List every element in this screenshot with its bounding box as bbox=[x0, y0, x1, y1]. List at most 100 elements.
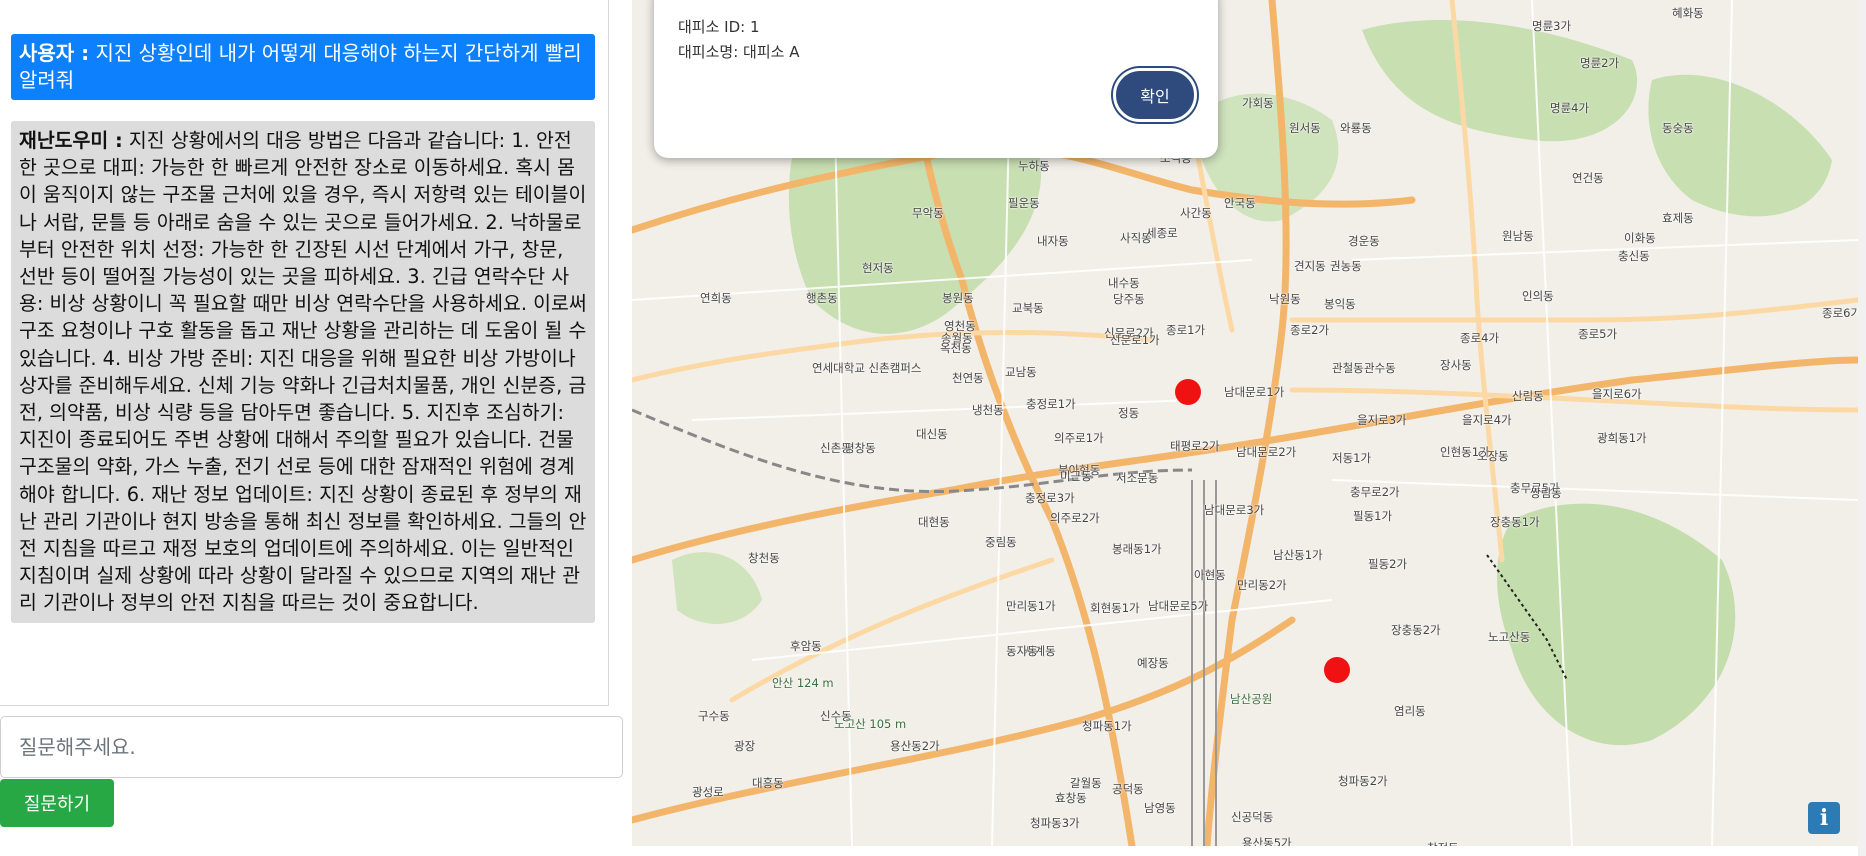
map-place-label: 연세대학교 신촌캠퍼스 bbox=[812, 361, 922, 375]
map-place-label: 무악동 bbox=[912, 206, 944, 220]
map-place-label: 쌍림동 bbox=[1530, 486, 1562, 500]
map-place-label: 아현동 bbox=[1194, 568, 1226, 582]
map-place-label: 장사동 bbox=[1440, 358, 1472, 372]
map-place-label: 원서동 bbox=[1289, 121, 1321, 135]
map-place-label: 낙원동 bbox=[1269, 292, 1301, 306]
map-place-label: 창천동 bbox=[748, 551, 780, 565]
map-place-label: 원남동 bbox=[1502, 229, 1534, 243]
map-place-label: 냉천동 bbox=[972, 403, 1004, 417]
map-place-label: 사간동 bbox=[1180, 206, 1212, 220]
map-place-label: 청파동1가 bbox=[1082, 719, 1132, 733]
map-place-label: 종로5가 bbox=[1578, 327, 1618, 341]
map-place-label: 남산동1가 bbox=[1273, 548, 1323, 562]
map-place-label: 교남동 bbox=[1005, 365, 1037, 379]
map-place-label: 충정로1가 bbox=[1026, 397, 1076, 411]
map-place-label: 후암동 bbox=[790, 639, 822, 653]
map-place-label: 충정로3가 bbox=[1025, 491, 1075, 505]
map-place-label: 봉익동 bbox=[1324, 297, 1356, 311]
map-place-label: 종로6가 bbox=[1822, 306, 1858, 320]
map-place-label: 노고산동 bbox=[1488, 630, 1531, 644]
map-place-label: 종로4가 bbox=[1460, 331, 1500, 345]
info-icon[interactable]: i bbox=[1808, 802, 1840, 834]
map-place-label: 가회동 bbox=[1242, 96, 1274, 110]
map-place-label: 동숭동 bbox=[1662, 121, 1694, 135]
map-place-label: 광장 bbox=[734, 739, 756, 753]
map-place-label: 평창동 bbox=[844, 441, 876, 455]
page-scrollbar[interactable] bbox=[1858, 0, 1866, 856]
ask-button[interactable]: 질문하기 bbox=[0, 779, 114, 827]
map-place-label: 저동1가 bbox=[1332, 451, 1372, 465]
map-place-label: 세종로 bbox=[1146, 226, 1178, 240]
map-place-label: 봉원동 bbox=[942, 291, 974, 305]
map-place-label: 정동 bbox=[1118, 406, 1140, 420]
map-place-label: 대현동 bbox=[918, 515, 950, 529]
map-place-label: 관수동 bbox=[1364, 361, 1396, 375]
map-place-label: 내자동 bbox=[1037, 234, 1069, 248]
map-place-label: 남대문로2가 bbox=[1236, 445, 1297, 459]
map-place-label: 용산동2가 bbox=[890, 739, 940, 753]
map-place-label: 충무로2가 bbox=[1350, 485, 1400, 499]
map-place-label: 명륜2가 bbox=[1580, 56, 1620, 70]
map-place-label: 내수동 bbox=[1108, 276, 1140, 290]
map-place-label: 인의동 bbox=[1522, 289, 1554, 303]
map-place-label: 권농동 bbox=[1330, 259, 1362, 273]
map-place-label: 대신동 bbox=[916, 427, 948, 441]
map-place-label: 광희동1가 bbox=[1597, 431, 1647, 445]
map-place-label: 창전동 bbox=[1427, 840, 1459, 846]
map-place-label: 의주로1가 bbox=[1054, 431, 1104, 445]
map-place-label: 필동2가 bbox=[1368, 557, 1408, 571]
map-place-label: 현저동 bbox=[862, 261, 894, 275]
shelter-marker[interactable] bbox=[1175, 379, 1201, 405]
map-place-label: 청파동3가 bbox=[1030, 816, 1080, 830]
map-view[interactable]: 청와대명륜3가혜화동명륜2가신교동궁정동효자동창성동가회동원서동와룡동명륜4가동… bbox=[632, 0, 1858, 846]
map-place-label: 효창동 bbox=[1055, 791, 1087, 805]
map-place-label: 미근동 bbox=[1060, 469, 1092, 483]
map-place-label: 장충동2가 bbox=[1391, 623, 1441, 637]
confirm-button[interactable]: 확인 bbox=[1113, 68, 1197, 122]
map-place-label: 행촌동 bbox=[806, 291, 838, 305]
map-place-label: 회현동1가 bbox=[1090, 601, 1140, 615]
map-place-label: 충신동 bbox=[1618, 249, 1650, 263]
assistant-speaker-label: 재난도우미 : bbox=[19, 129, 123, 152]
map-place-label: 장충동1가 bbox=[1490, 515, 1540, 529]
map-place-label: 남대문로1가 bbox=[1224, 385, 1285, 399]
map-place-label: 혜화동 bbox=[1672, 6, 1704, 20]
map-place-label: 봉래동1가 bbox=[1112, 542, 1162, 556]
map-place-label: 신공덕동 bbox=[1231, 810, 1274, 824]
map-place-label: 종로2가 bbox=[1290, 323, 1330, 337]
map-place-label: 산림동 bbox=[1512, 389, 1544, 403]
map-place-label: 동자동 bbox=[1006, 644, 1038, 658]
map-place-label: 연희동 bbox=[700, 291, 732, 305]
map-place-label: 태평로2가 bbox=[1170, 439, 1220, 453]
map-place-label: 남영동 bbox=[1144, 801, 1176, 815]
map-place-label: 남대문로3가 bbox=[1204, 503, 1265, 517]
map-place-label: 을지로3가 bbox=[1357, 413, 1407, 427]
map-place-label: 종로1가 bbox=[1166, 323, 1206, 337]
map-place-label: 천연동 bbox=[952, 371, 984, 385]
map-place-label: 남대문로5가 bbox=[1148, 599, 1209, 613]
map-place-label: 공덕동 bbox=[1112, 782, 1144, 796]
map-place-label: 대흥동 bbox=[752, 776, 784, 790]
question-input[interactable] bbox=[0, 716, 623, 778]
map-place-label: 필운동 bbox=[1008, 196, 1040, 210]
user-speaker-label: 사용자 : bbox=[19, 41, 90, 65]
map-place-label: 구수동 bbox=[698, 709, 730, 723]
map-place-label: 서소문동 bbox=[1116, 471, 1159, 485]
map-place-label: 청파동2가 bbox=[1338, 774, 1388, 788]
popup-shelter-name: 대피소명: 대피소 A bbox=[678, 43, 800, 61]
shelter-marker[interactable] bbox=[1324, 657, 1350, 683]
shelter-popup: 대피소 ID: 1 대피소명: 대피소 A 확인 bbox=[654, 0, 1218, 158]
map-place-label: 을지로4가 bbox=[1462, 413, 1512, 427]
map-place-label: 당주동 bbox=[1113, 292, 1145, 306]
map-place-label: 염리동 bbox=[1394, 704, 1426, 718]
map-place-label: 교북동 bbox=[1012, 301, 1044, 315]
map-place-label: 이화동 bbox=[1624, 231, 1656, 245]
map-place-label: 와룡동 bbox=[1340, 121, 1372, 135]
map-place-label: 연건동 bbox=[1572, 171, 1604, 185]
map-place-label: 을지로6가 bbox=[1592, 387, 1642, 401]
map-place-label: 견지동 bbox=[1294, 259, 1326, 273]
map-place-label: 누하동 bbox=[1018, 159, 1050, 173]
map-place-label: 신문로1가 bbox=[1110, 333, 1160, 347]
map-place-label: 광성로 bbox=[692, 785, 724, 799]
user-message: 사용자 : 지진 상황인데 내가 어떻게 대응해야 하는지 간단하게 빨리 알려… bbox=[11, 34, 595, 100]
